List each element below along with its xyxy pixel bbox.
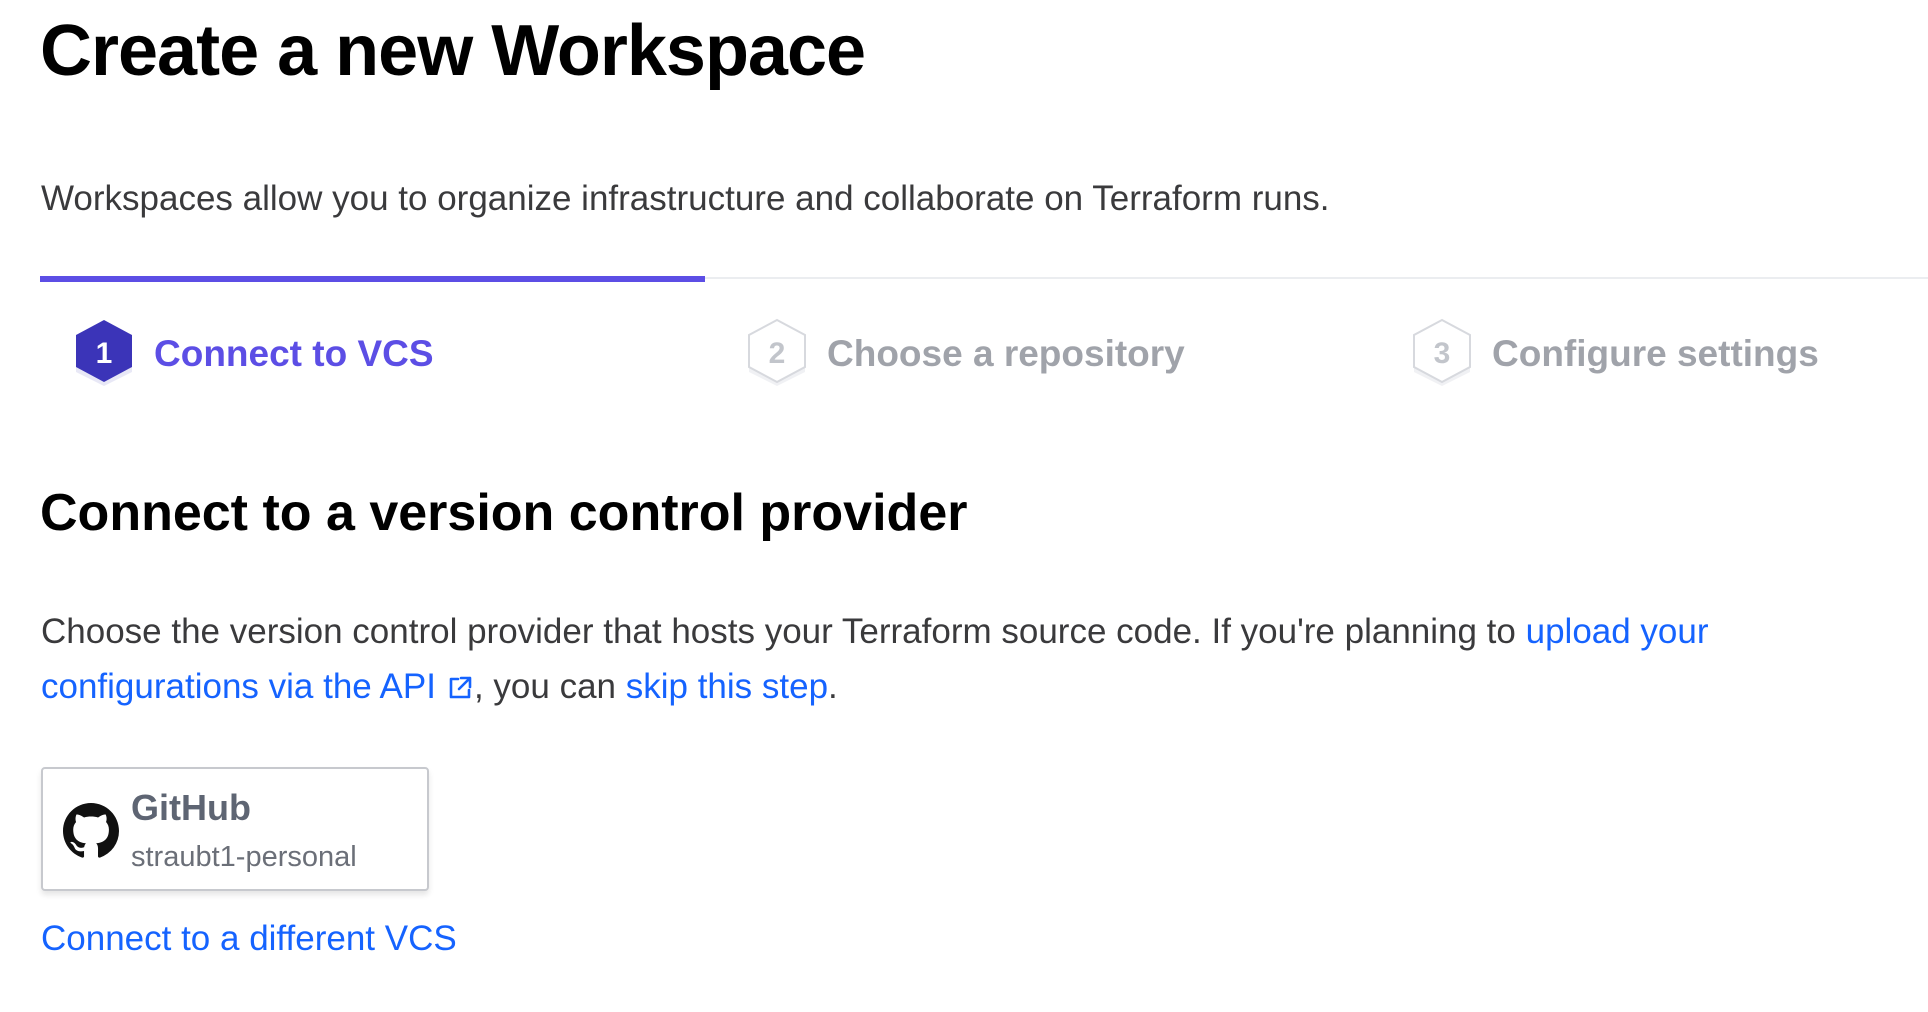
step-number: 3 xyxy=(1433,337,1451,370)
section-title: Connect to a version control provider xyxy=(40,484,968,542)
step-1-hexagon-icon: 1 xyxy=(72,318,136,390)
vcs-provider-github-button[interactable]: GitHub straubt1-personal xyxy=(41,767,429,891)
connect-different-vcs-link[interactable]: Connect to a different VCS xyxy=(41,916,457,962)
description-text: , you can xyxy=(473,667,626,706)
skip-this-step-link[interactable]: skip this step xyxy=(626,667,828,706)
vcs-account-name: straubt1-personal xyxy=(131,841,357,873)
step-label: Connect to VCS xyxy=(154,333,434,374)
step-number: 2 xyxy=(768,337,786,370)
step-3-hexagon-icon: 3 xyxy=(1410,318,1474,390)
step-connect-to-vcs[interactable]: 1 Connect to VCS xyxy=(72,316,434,392)
step-number: 1 xyxy=(95,337,113,370)
step-label: Choose a repository xyxy=(827,333,1185,374)
vcs-provider-name: GitHub xyxy=(131,787,251,828)
step-2-hexagon-icon: 2 xyxy=(745,318,809,390)
step-label: Configure settings xyxy=(1492,333,1819,374)
page-subtitle: Workspaces allow you to organize infrast… xyxy=(41,179,1330,218)
stepper: 1 Connect to VCS 2 Choose a repository 3… xyxy=(40,276,1928,416)
step-configure-settings: 3 Configure settings xyxy=(1410,316,1819,392)
external-link-icon xyxy=(449,676,472,699)
page-title: Create a new Workspace xyxy=(40,11,866,91)
description-text: Choose the version control provider that… xyxy=(41,612,1526,651)
step-choose-repository: 2 Choose a repository xyxy=(745,316,1185,392)
description-text: . xyxy=(828,667,838,706)
github-icon xyxy=(63,803,119,858)
stepper-progress-bar xyxy=(40,276,705,282)
section-description: Choose the version control provider that… xyxy=(41,604,1901,714)
